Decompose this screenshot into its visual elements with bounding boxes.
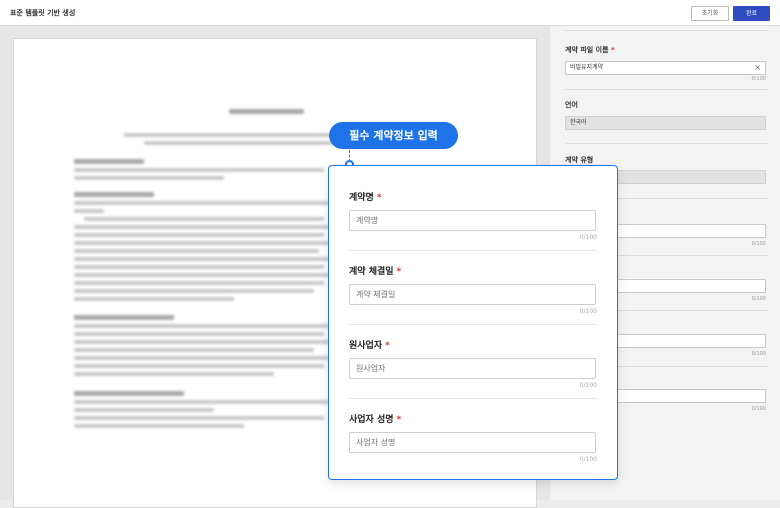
panel-divider [565, 30, 768, 31]
contract-name-char-count: 0/100 [579, 234, 597, 241]
contract-type-label: 계약 유형 [565, 156, 594, 164]
representative-name-label: 사업자 성명 * [349, 415, 402, 425]
language-label: 언어 [565, 101, 578, 109]
clear-icon[interactable]: × [754, 62, 761, 74]
contract-name-label: 계약명 * [349, 193, 382, 203]
side-field-char-count: 0/100 [751, 406, 766, 412]
contract-date-label: 계약 체결일 * [349, 267, 402, 277]
representative-name-input[interactable] [349, 432, 596, 453]
done-button[interactable]: 완료 [733, 6, 770, 21]
contract-date-field: 계약 체결일* 0/100 [349, 264, 597, 315]
contract-name-input[interactable] [349, 210, 596, 231]
representative-name-field: 사업자 성명* 0/100 [349, 412, 597, 463]
top-bar: 표준 템플릿 기반 생성 초기화 완료 [0, 0, 780, 26]
form-divider [349, 250, 597, 251]
language-select[interactable]: 한국어 [565, 116, 766, 130]
principal-contractor-input[interactable] [349, 358, 596, 379]
file-name-value: 비밀유지계약 [570, 64, 604, 71]
side-field-char-count: 0/100 [751, 351, 766, 357]
file-name-char-count: 0/100 [751, 76, 766, 82]
contract-date-input[interactable] [349, 284, 596, 305]
form-divider [349, 324, 597, 325]
principal-contractor-char-count: 0/100 [579, 382, 597, 389]
required-info-form: 계약명* 0/100 계약 체결일* 0/100 원사업자* 0/100 사업자… [328, 165, 618, 480]
contract-name-field: 계약명* 0/100 [349, 190, 597, 241]
panel-divider [565, 143, 768, 144]
principal-contractor-label: 원사업자 * [349, 341, 390, 351]
panel-divider [565, 89, 768, 90]
page-title: 표준 템플릿 기반 생성 [10, 9, 76, 17]
side-field-char-count: 0/100 [751, 241, 766, 247]
contract-date-char-count: 0/100 [579, 308, 597, 315]
file-name-label: 계약 파일 이름 * [565, 46, 615, 54]
language-value: 한국어 [570, 119, 587, 126]
form-divider [349, 398, 597, 399]
file-name-input[interactable]: 비밀유지계약 × [565, 61, 766, 75]
reset-button[interactable]: 초기화 [691, 6, 729, 21]
principal-contractor-field: 원사업자* 0/100 [349, 338, 597, 389]
side-field-char-count: 0/100 [751, 296, 766, 302]
required-info-callout: 필수 계약정보 입력 [329, 122, 458, 149]
representative-name-char-count: 0/100 [579, 456, 597, 463]
